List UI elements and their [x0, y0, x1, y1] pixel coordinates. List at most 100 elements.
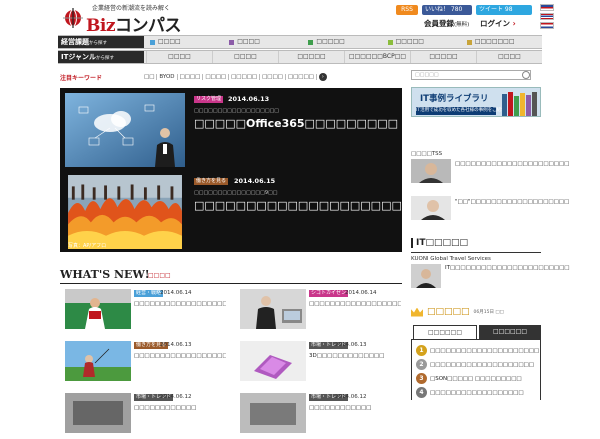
news-thumbnail [65, 341, 131, 381]
feature-subtitle: □□□□□□□□□□□□□□□□□□ [194, 108, 280, 114]
nav-item-it-genre[interactable]: □□□□ [146, 51, 212, 63]
it-section-divider [411, 252, 541, 253]
nav-it-genre-label: ITジャンルから探す [58, 51, 144, 63]
rank-medal-icon: 2 [416, 359, 427, 370]
nav-item-it-genre[interactable]: □□□□□ [410, 51, 476, 63]
square-icon [466, 39, 472, 45]
keyword-bar: 注目キーワード □□ BYOD □□□□ □□□□ □□□□□ □□□□ □□□□□ › [60, 71, 402, 83]
nav-item-management[interactable]: □□□□ [225, 36, 304, 48]
feature-item[interactable]: 写真：AP/アフロ 働き方を見る 2014.06.15 □□□□□□□□□□□□… [60, 170, 433, 250]
keyword-label: 注目キーワード [60, 74, 103, 82]
flag-nl-icon[interactable] [540, 22, 554, 29]
keyword-tag[interactable]: □□□□ [260, 74, 286, 80]
keyword-tag[interactable]: □□□□ [178, 74, 204, 80]
keyword-tag[interactable]: □□□□□ [286, 74, 317, 80]
nav-item-label: □□□□□□□ [474, 38, 515, 45]
nav-item-management[interactable]: □□□□□ [304, 36, 383, 48]
keyword-more-icon[interactable]: › [318, 73, 327, 81]
tab-ranking-2[interactable]: □□□□□□ [479, 325, 541, 339]
tweet-button[interactable]: ツイート 98 [476, 5, 532, 15]
news-title[interactable]: □□□□□□□□□□□□ [309, 405, 401, 412]
news-title[interactable]: 3D□□□□□□□□□□□□□ [309, 353, 401, 360]
news-date: 2014.06.14 [160, 290, 192, 296]
keyword-tag[interactable]: □□ [142, 74, 158, 80]
ranking-tabs: □□□□□□ □□□□□□ [413, 325, 541, 339]
news-item[interactable]: 働き方を見る2014.06.13□□□□□□□□□□□□□□□□□□□□ [60, 341, 228, 387]
keyword-tag[interactable]: BYOD [157, 74, 178, 80]
news-item[interactable]: 市場・トレンド 2014.06.13 3D□□□□□□□□□□□□□ [235, 341, 403, 387]
rank-medal-icon: 3 [416, 373, 427, 384]
side-article-thumb [411, 159, 451, 183]
side-article[interactable]: KUONI Global Travel Services IT□□□□□□□□□… [411, 256, 570, 288]
side-article-title: IT□□□□□□□□□□□□□□□□□□□□□□□ [445, 265, 570, 271]
news-thumbnail [240, 341, 306, 381]
feature-date: 2014.06.15 [234, 177, 276, 185]
nav-item-label: □□□□ [158, 38, 181, 45]
flag-th-icon[interactable] [540, 13, 554, 20]
login-link[interactable]: ログイン › [480, 18, 516, 29]
side-article-head: □□□□TSS [411, 151, 443, 157]
ranking-item-title: □□□□□□□□□□□□□□□□□□□□ [430, 361, 534, 368]
side-article[interactable]: □□□□TSS □□□□□□□□□□□□□□□□□□□□□□ [411, 151, 569, 183]
whatsnew-divider [60, 283, 402, 284]
nav-item-label: □□□□□ [395, 38, 424, 45]
search-input[interactable]: □□□□□ [411, 70, 531, 80]
whatsnew-subheading: □□□□ [148, 272, 171, 279]
side-article-thumb [411, 264, 441, 288]
nav-management-label: 経営課題から探す [58, 36, 144, 48]
side-article-title: □□□□□□□□□□□□□□□□□□□□□□ [455, 161, 570, 167]
news-title[interactable]: □□□□□□□□□□□□□□□□□□□5□□□□□ [134, 301, 226, 308]
news-thumbnail [65, 393, 131, 433]
member-register-link[interactable]: 会員登録(無料) [424, 18, 469, 29]
banner-title: IT事例ライブラリ [420, 94, 489, 104]
rank-medal-icon: 1 [416, 345, 427, 356]
news-date: 2014.06.14 [345, 290, 377, 296]
feature-item[interactable]: リスク管理 2014.06.13 □□□□□□□□□□□□□□□□□□ □□□□… [60, 88, 402, 168]
ranking-item[interactable]: 1 □□□□□□□□□□□□□□□□□□□□□ [416, 345, 540, 356]
feature-title[interactable]: □□□□□□□□□□□□□□□□□□□□□□□ [194, 199, 433, 212]
rank-medal-icon: 4 [416, 387, 427, 398]
nav-item-it-genre[interactable]: □□□□ [212, 51, 278, 63]
news-date: 2014.06.12 [160, 394, 192, 400]
side-article-title: "□□"□□□□□□□□□□□□□□□□□□□ [455, 199, 570, 205]
news-date: 2014.06.13 [160, 342, 192, 348]
news-title[interactable]: □□□□□□□□□□□□□□□□□□□□ [134, 353, 226, 360]
keyword-tag[interactable]: □□□□□ [229, 74, 261, 80]
square-icon [387, 39, 393, 45]
feature-title[interactable]: □□□□□Office365□□□□□□□□□ [194, 117, 398, 130]
nav-item-it-genre[interactable]: □□□□□□BCP□□ [344, 51, 410, 63]
news-title[interactable]: □□□□□□□□□□□□ [134, 405, 226, 412]
tab-ranking-1[interactable]: □□□□□□ [413, 325, 477, 339]
nav-it-genre: ITジャンルから探す □□□□ □□□□ □□□□□ □□□□□□BCP□□ □□□□□… [58, 50, 542, 64]
nav-item-it-genre[interactable]: □□□□□ [278, 51, 344, 63]
it-case-library-banner[interactable]: IT事例ライブラリ IT活用で成功を収めた各社様の事例をご紹介 [411, 87, 541, 117]
rss-button[interactable]: RSS [396, 5, 418, 15]
news-item[interactable]: 経営・戦略2014.06.14 □□□□□□□□□□□□□□□□□□□5□□□□□ [60, 289, 228, 335]
search-icon[interactable] [522, 71, 530, 79]
nav-item-management[interactable]: □□□□□□□ [463, 36, 542, 48]
compass-globe-icon [63, 8, 83, 28]
language-flags [540, 4, 554, 31]
feature-badge: リスク管理 [194, 96, 224, 103]
square-icon [308, 39, 314, 45]
news-item[interactable]: シゴトカイゼン2014.06.14 □□□□□□□□□□□□□□□□□□□□□□□… [235, 289, 403, 335]
nav-item-label: □□□□□ [316, 38, 345, 45]
facebook-like-button[interactable]: いいね！ 780 [422, 5, 472, 15]
ranking-item-title: □□□□□□□□□□□□□□□□□□□□□ [430, 347, 540, 354]
feature-photo-caption: 写真：AP/アフロ [68, 243, 107, 249]
nav-item-management[interactable]: □□□□□ [384, 36, 463, 48]
news-thumbnail [240, 393, 306, 433]
nav-item-management[interactable]: □□□□ [146, 36, 225, 48]
ranking-item[interactable]: 2 □□□□□□□□□□□□□□□□□□□□ [416, 359, 540, 370]
news-title[interactable]: □□□□□□□□□□□□□□□□□□□□□□□□□ [309, 301, 401, 308]
feature-panel: リスク管理 2014.06.13 □□□□□□□□□□□□□□□□□□ □□□□… [60, 88, 433, 252]
ranking-item[interactable]: 4 □□□□□□□□□□□□□□□□□□ [416, 387, 540, 398]
flag-us-icon[interactable] [540, 4, 554, 11]
whatsnew-heading: WHAT'S NEW! [60, 268, 150, 281]
keyword-tag[interactable]: □□□□ [203, 74, 230, 80]
nav-item-it-genre[interactable]: □□□□ [476, 51, 542, 63]
ranking-item[interactable]: 3 □SON□□□□□ □□□□□□□□□ [416, 373, 540, 384]
arrow-right-icon: › [512, 19, 516, 28]
news-thumbnail [240, 289, 306, 329]
feature-fire-image [68, 175, 182, 249]
